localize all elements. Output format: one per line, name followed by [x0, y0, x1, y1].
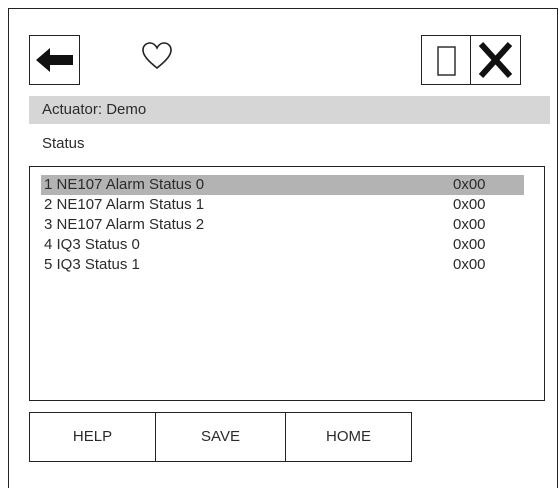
item-name: 1 NE107 Alarm Status 0: [44, 176, 205, 193]
item-name: 5 IQ3 Status 1: [44, 256, 140, 273]
page-title: Status: [42, 135, 85, 152]
favorite-button[interactable]: [139, 39, 175, 73]
close-button[interactable]: [471, 35, 521, 85]
item-value: 0x00: [453, 216, 486, 233]
list-item[interactable]: 4 IQ3 Status 0 0x00: [41, 235, 524, 255]
list-item[interactable]: 5 IQ3 Status 1 0x00: [41, 255, 524, 275]
heart-outline-icon: [142, 42, 172, 70]
item-name: 3 NE107 Alarm Status 2: [44, 216, 205, 233]
window-rectangle-icon: [437, 46, 456, 76]
list-item[interactable]: 2 NE107 Alarm Status 1 0x00: [41, 195, 524, 215]
left-arrow-icon: [36, 48, 73, 72]
actuator-bar: Actuator: Demo: [29, 96, 550, 124]
save-button[interactable]: SAVE: [156, 412, 286, 462]
list-item[interactable]: 1 NE107 Alarm Status 0 0x00: [41, 175, 524, 195]
help-button[interactable]: HELP: [29, 412, 156, 462]
home-button[interactable]: HOME: [286, 412, 412, 462]
item-name: 2 NE107 Alarm Status 1: [44, 196, 205, 213]
item-value: 0x00: [453, 236, 486, 253]
item-value: 0x00: [453, 176, 486, 193]
window-button[interactable]: [421, 35, 471, 85]
item-value: 0x00: [453, 256, 486, 273]
status-list: 1 NE107 Alarm Status 0 0x00 2 NE107 Alar…: [29, 166, 545, 401]
close-x-icon: [478, 41, 513, 79]
actuator-label: Actuator: Demo: [42, 101, 147, 118]
item-name: 4 IQ3 Status 0: [44, 236, 140, 253]
back-button[interactable]: [29, 35, 80, 85]
item-value: 0x00: [453, 196, 486, 213]
list-item[interactable]: 3 NE107 Alarm Status 2 0x00: [41, 215, 524, 235]
